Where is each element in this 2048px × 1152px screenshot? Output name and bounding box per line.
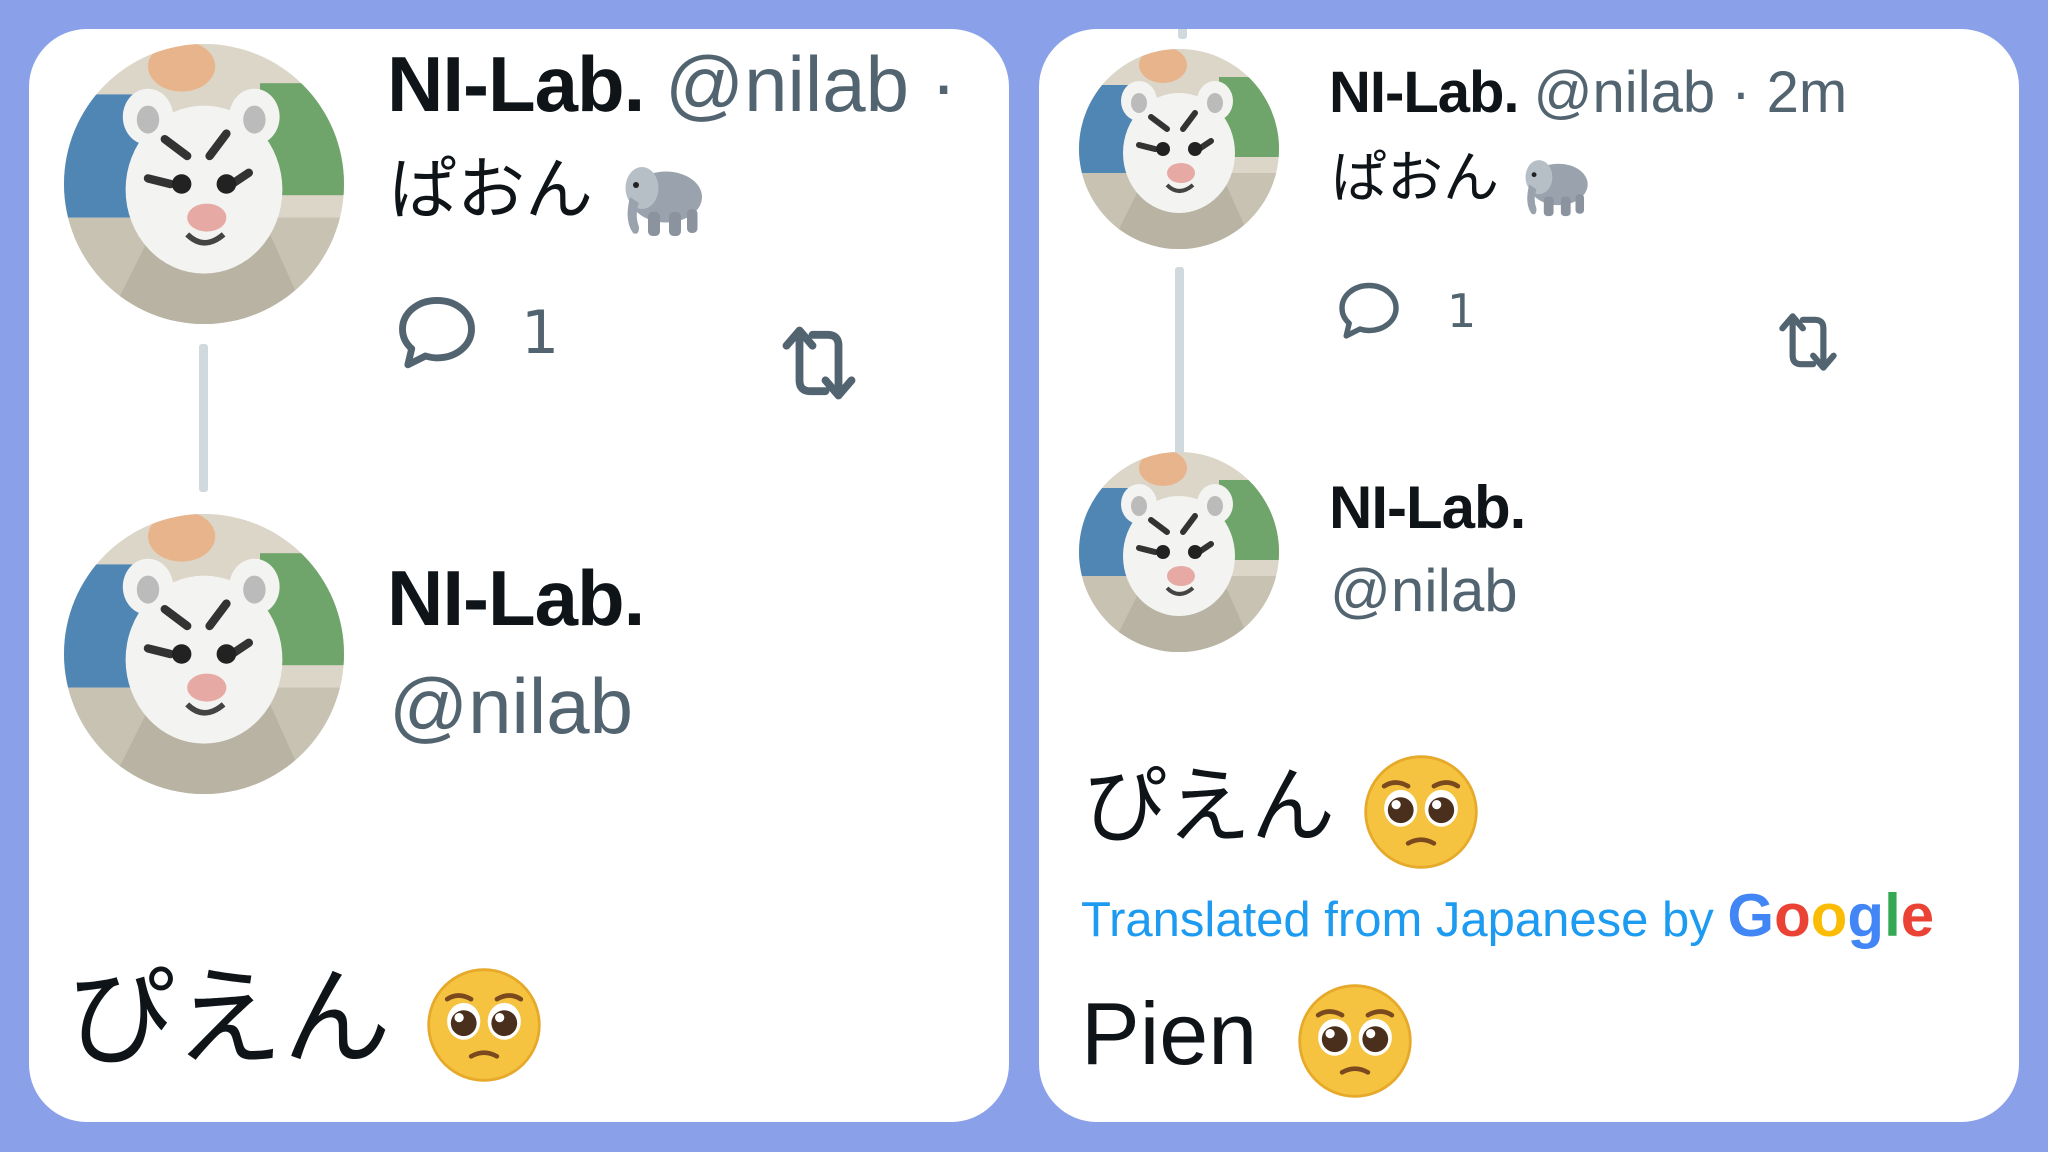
tweet-text-content: ぱおん [389,151,594,230]
handle-timestamp[interactable]: @nilab · [665,40,957,128]
handle[interactable]: @nilab [389,661,633,752]
handle[interactable]: @nilab [1330,556,1518,625]
tiger-avatar-icon [1079,452,1279,652]
reply-button[interactable]: 1 [1333,275,1476,347]
reply-icon [391,287,483,379]
tiger-avatar-icon [1079,49,1279,249]
tweet-text: ぱおん [389,141,711,242]
avatar[interactable] [1079,452,1279,652]
reply-button[interactable]: 1 [391,287,559,379]
avatar[interactable] [64,514,344,794]
tiger-avatar-icon [64,514,344,794]
avatar[interactable] [64,44,344,324]
tweet-text: ぱおん [1331,139,1595,221]
tweet-text-content: ぴえん [1083,757,1336,855]
reply-icon [1333,275,1405,347]
translated-text-content: Pien [1081,984,1258,1083]
elephant-icon [1517,143,1595,221]
elephant-icon [615,146,711,242]
reply-count: 1 [1447,284,1477,338]
translated-text: Pien [1081,969,1414,1100]
display-name[interactable]: NI-Lab. @nilab · [387,39,957,130]
handle-timestamp[interactable]: @nilab · 2m [1534,60,1848,125]
tweet-text-content: ぴえん [67,956,392,1081]
thread-line-top [1178,29,1187,39]
retweet-button[interactable] [1767,301,1849,383]
display-name[interactable]: NI-Lab. [1329,473,1526,542]
translation-attribution[interactable]: Translated from Japanese by Google [1081,881,1934,950]
google-logo: Google [1727,882,1935,949]
pleading-face-icon [1362,753,1480,871]
retweet-icon [767,311,871,415]
retweet-icon [1767,301,1849,383]
tweet-text-content: ぱおん [1331,146,1499,211]
reply-count: 1 [521,298,560,368]
tiger-avatar-icon [64,44,344,324]
retweet-button[interactable] [767,311,871,415]
pleading-face-icon [425,966,543,1084]
tweet-card-original: NI-Lab. @nilab · ぱおん 1 NI-Lab. @nilab ぴえ… [29,29,1009,1122]
tweet-text: ぴえん [67,949,543,1089]
display-name-text: NI-Lab. [387,40,645,128]
display-name[interactable]: NI-Lab. [387,553,645,644]
pleading-face-icon [1296,982,1414,1100]
avatar[interactable] [1079,49,1279,249]
display-name[interactable]: NI-Lab. @nilab · 2m [1329,59,1847,126]
translated-label: Translated from Japanese by [1081,893,1714,947]
tweet-text: ぴえん [1083,741,1480,871]
tweet-card-translated: NI-Lab. @nilab · 2m ぱおん 1 NI-Lab. @nilab… [1039,29,2019,1122]
display-name-text: NI-Lab. [1329,60,1520,125]
thread-line [199,344,208,492]
thread-line [1175,267,1184,467]
